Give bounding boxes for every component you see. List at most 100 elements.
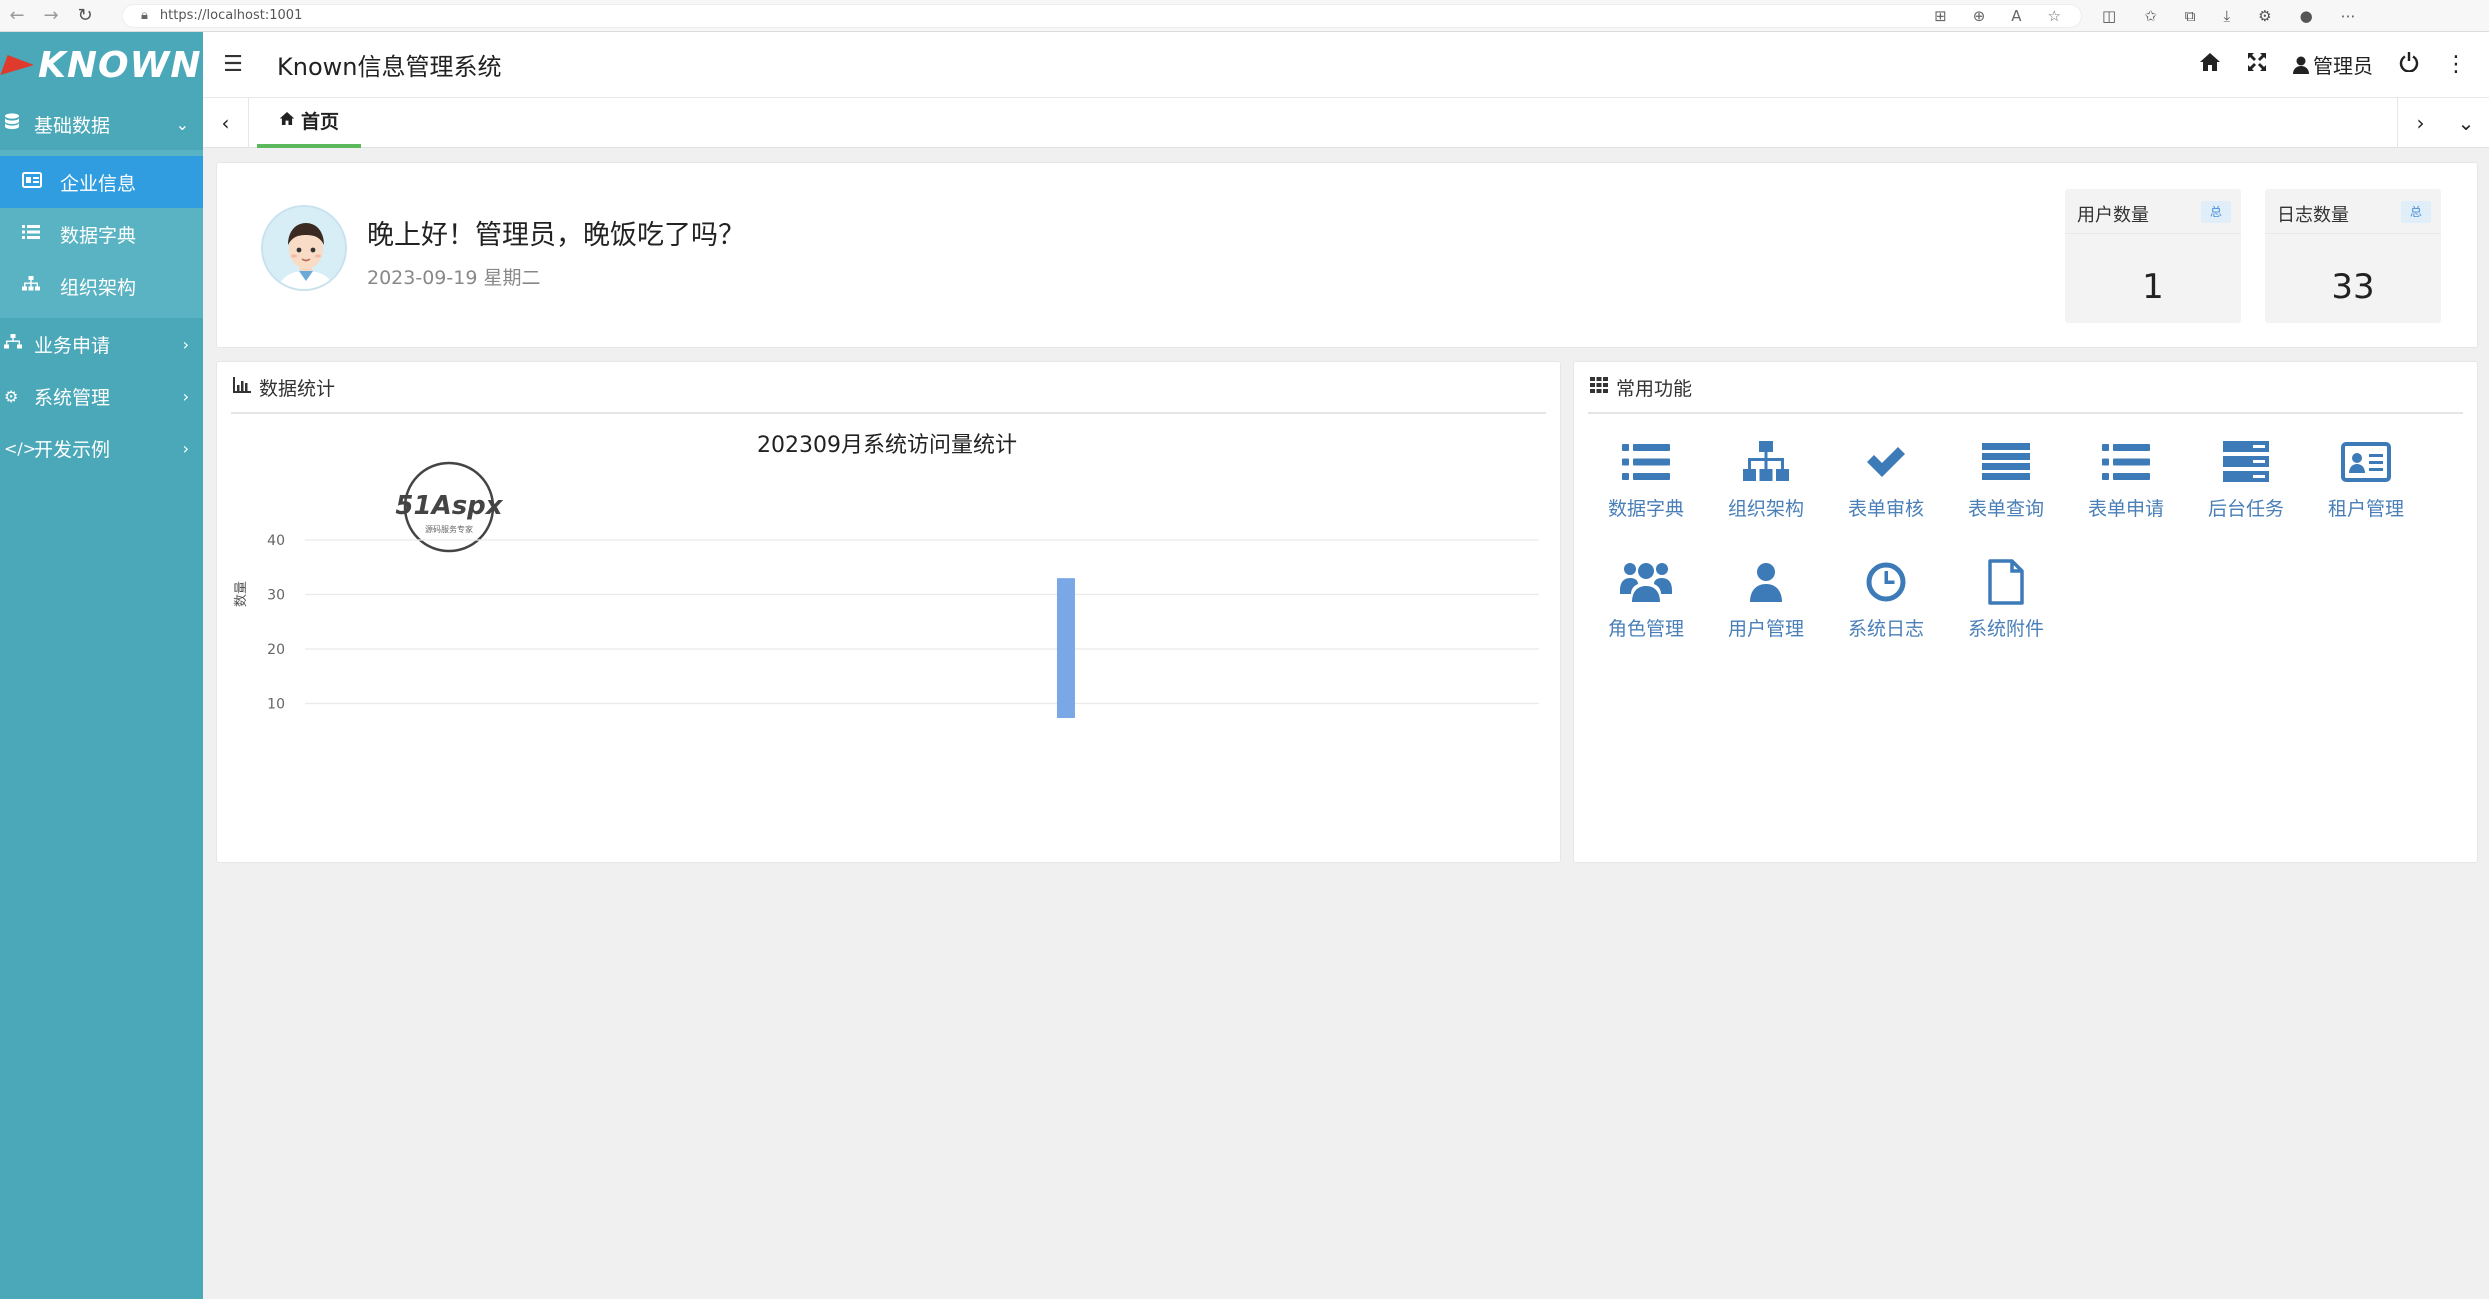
read-aloud-icon[interactable]: A [2011, 7, 2021, 25]
function-item[interactable]: 系统附件 [1946, 554, 2066, 674]
stat-badge: 总 [2201, 201, 2231, 223]
sidebar-item-data-dictionary[interactable]: 数据字典 [0, 208, 203, 260]
function-item[interactable]: 组织架构 [1706, 434, 1826, 554]
back-icon[interactable]: ← [0, 5, 34, 26]
chevron-right-icon: › [182, 386, 189, 406]
panel-title: 数据统计 [259, 377, 336, 400]
y-tick-label: 30 [267, 588, 285, 604]
sidebar: KNOWN 基础数据 ⌄ 企业信息 数据字典 组织架构 业务申请 › ⚙ 系统管… [0, 32, 203, 1299]
user-icon [1749, 554, 1783, 610]
function-label: 数据字典 [1607, 498, 1684, 520]
sidebar-item-label: 企业信息 [60, 172, 137, 195]
app-icon[interactable]: ⊞ [1934, 7, 1947, 25]
welcome-card: 晚上好！管理员，晚饭吃了吗？ 2023-09-19 星期二 用户数量 总 1 日… [216, 162, 2478, 348]
url-text: https://localhost:1001 [159, 8, 303, 23]
function-item[interactable]: 用户管理 [1706, 554, 1826, 674]
log-count-card: 日志数量 总 33 [2265, 189, 2441, 323]
tab-scroll-right-icon[interactable]: › [2397, 97, 2443, 148]
more-vertical-icon[interactable]: ⋮ [2445, 52, 2467, 77]
tab-bar: ‹ 首页 › ⌄ [203, 97, 2489, 148]
visits-chart: 51Aspx 源码服务专家 202309月系统访问量统计数量0102030400… [234, 433, 1539, 718]
tab-label: 首页 [301, 111, 340, 133]
logo: KNOWN [0, 32, 203, 98]
fullscreen-icon[interactable] [2247, 52, 2267, 78]
function-label: 表单查询 [1967, 498, 2044, 520]
sidebar-item-company-info[interactable]: 企业信息 [0, 156, 203, 208]
y-axis-label: 数量 [234, 581, 249, 607]
collections-icon[interactable]: ⧉ [2185, 7, 2196, 25]
list-icon [1622, 434, 1670, 490]
sidebar-group-basic-data[interactable]: 基础数据 ⌄ [0, 98, 203, 150]
users-icon [1620, 554, 1672, 610]
address-bar[interactable]: 🔒︎ https://localhost:1001 ⊞ ⊕ A ☆ [122, 3, 2082, 28]
sidebar-group-system[interactable]: ⚙ 系统管理 › [0, 370, 203, 422]
browser-toolbar: ← → ↻ 🔒︎ https://localhost:1001 ⊞ ⊕ A ☆ … [0, 0, 2489, 32]
functions-card: 常用功能 数据字典 组织架构 表单审核 表单查询 表单申请 后台任务 租户管理 角色管理 用户管… [1573, 361, 2478, 863]
list-lines-icon [1982, 434, 2030, 490]
sidebar-submenu: 企业信息 数据字典 组织架构 [0, 150, 203, 318]
tab-options-chevron-down-icon[interactable]: ⌄ [2443, 98, 2489, 148]
reload-icon[interactable]: ↻ [68, 5, 102, 26]
sitemap-icon [22, 276, 60, 296]
sidebar-group-business[interactable]: 业务申请 › [0, 318, 203, 370]
stat-label: 用户数量 [2077, 205, 2149, 226]
lock-icon: 🔒︎ [141, 8, 148, 23]
function-label: 组织架构 [1727, 498, 1804, 520]
logo-text: KNOWN [38, 44, 202, 86]
forward-icon[interactable]: → [34, 5, 68, 26]
bar-chart-icon [233, 376, 251, 398]
function-label: 系统日志 [1847, 618, 1924, 640]
function-item[interactable]: 表单查询 [1946, 434, 2066, 554]
list-icon [2102, 434, 2150, 490]
avatar [261, 205, 347, 291]
function-item[interactable]: 后台任务 [2186, 434, 2306, 554]
function-item[interactable]: 角色管理 [1586, 554, 1706, 674]
function-label: 租户管理 [2327, 498, 2404, 520]
id-card-icon [22, 172, 60, 192]
function-item[interactable]: 表单申请 [2066, 434, 2186, 554]
y-tick-label: 20 [267, 642, 285, 658]
gears-icon: ⚙ [4, 386, 19, 406]
sidebar-group-dev-examples[interactable]: </> 开发示例 › [0, 422, 203, 474]
favorite-star-icon[interactable]: ☆ [2048, 7, 2061, 25]
functions-grid: 数据字典 组织架构 表单审核 表单查询 表单申请 后台任务 租户管理角色管理 用户管理 系统日志… [1586, 434, 2466, 674]
favorites-icon[interactable]: ✩ [2144, 7, 2157, 25]
tab-scroll-left-icon[interactable]: ‹ [203, 97, 249, 148]
function-item[interactable]: 租户管理 [2306, 434, 2426, 554]
list-icon [22, 224, 60, 244]
function-item[interactable]: 表单审核 [1826, 434, 1946, 554]
sidebar-item-org-structure[interactable]: 组织架构 [0, 260, 203, 312]
sidebar-item-label: 数据字典 [60, 224, 137, 247]
logo-mark-icon [4, 53, 38, 77]
sitemap-icon [1743, 434, 1789, 490]
grid-icon [1590, 376, 1608, 398]
clock-icon [1866, 554, 1906, 610]
profile-icon[interactable]: ● [2300, 7, 2313, 25]
sidebar-item-label: 组织架构 [60, 276, 137, 299]
user-icon [2293, 56, 2309, 74]
download-icon[interactable]: ⤓ [2223, 7, 2230, 25]
user-menu[interactable]: 管理员 [2293, 50, 2373, 79]
extensions-icon[interactable]: ⚙ [2258, 7, 2271, 25]
function-item[interactable]: 数据字典 [1586, 434, 1706, 554]
zoom-icon[interactable]: ⊕ [1973, 7, 1986, 25]
chevron-right-icon: › [182, 334, 189, 354]
function-label: 用户管理 [1727, 618, 1804, 640]
more-icon[interactable]: ⋯ [2341, 7, 2356, 25]
function-item[interactable]: 系统日志 [1826, 554, 1946, 674]
stat-value: 1 [2142, 267, 2164, 307]
watermark-subtext: 源码服务专家 [425, 524, 473, 534]
top-header: ☰ Known信息管理系统 管理员 ⋮ [203, 32, 2489, 98]
server-icon [2223, 434, 2269, 490]
function-label: 后台任务 [2207, 498, 2284, 520]
stat-value: 33 [2331, 267, 2375, 307]
app-title: Known信息管理系统 [277, 53, 502, 81]
power-icon[interactable] [2399, 51, 2419, 78]
sidebar-group-label: 开发示例 [34, 438, 111, 461]
tab-home[interactable]: 首页 [257, 98, 362, 148]
date-text: 2023-09-19 星期二 [367, 267, 541, 289]
menu-toggle-icon[interactable]: ☰ [203, 52, 263, 77]
user-name: 管理员 [2313, 54, 2373, 78]
home-icon[interactable] [2199, 52, 2221, 78]
split-screen-icon[interactable]: ◫ [2102, 7, 2116, 25]
